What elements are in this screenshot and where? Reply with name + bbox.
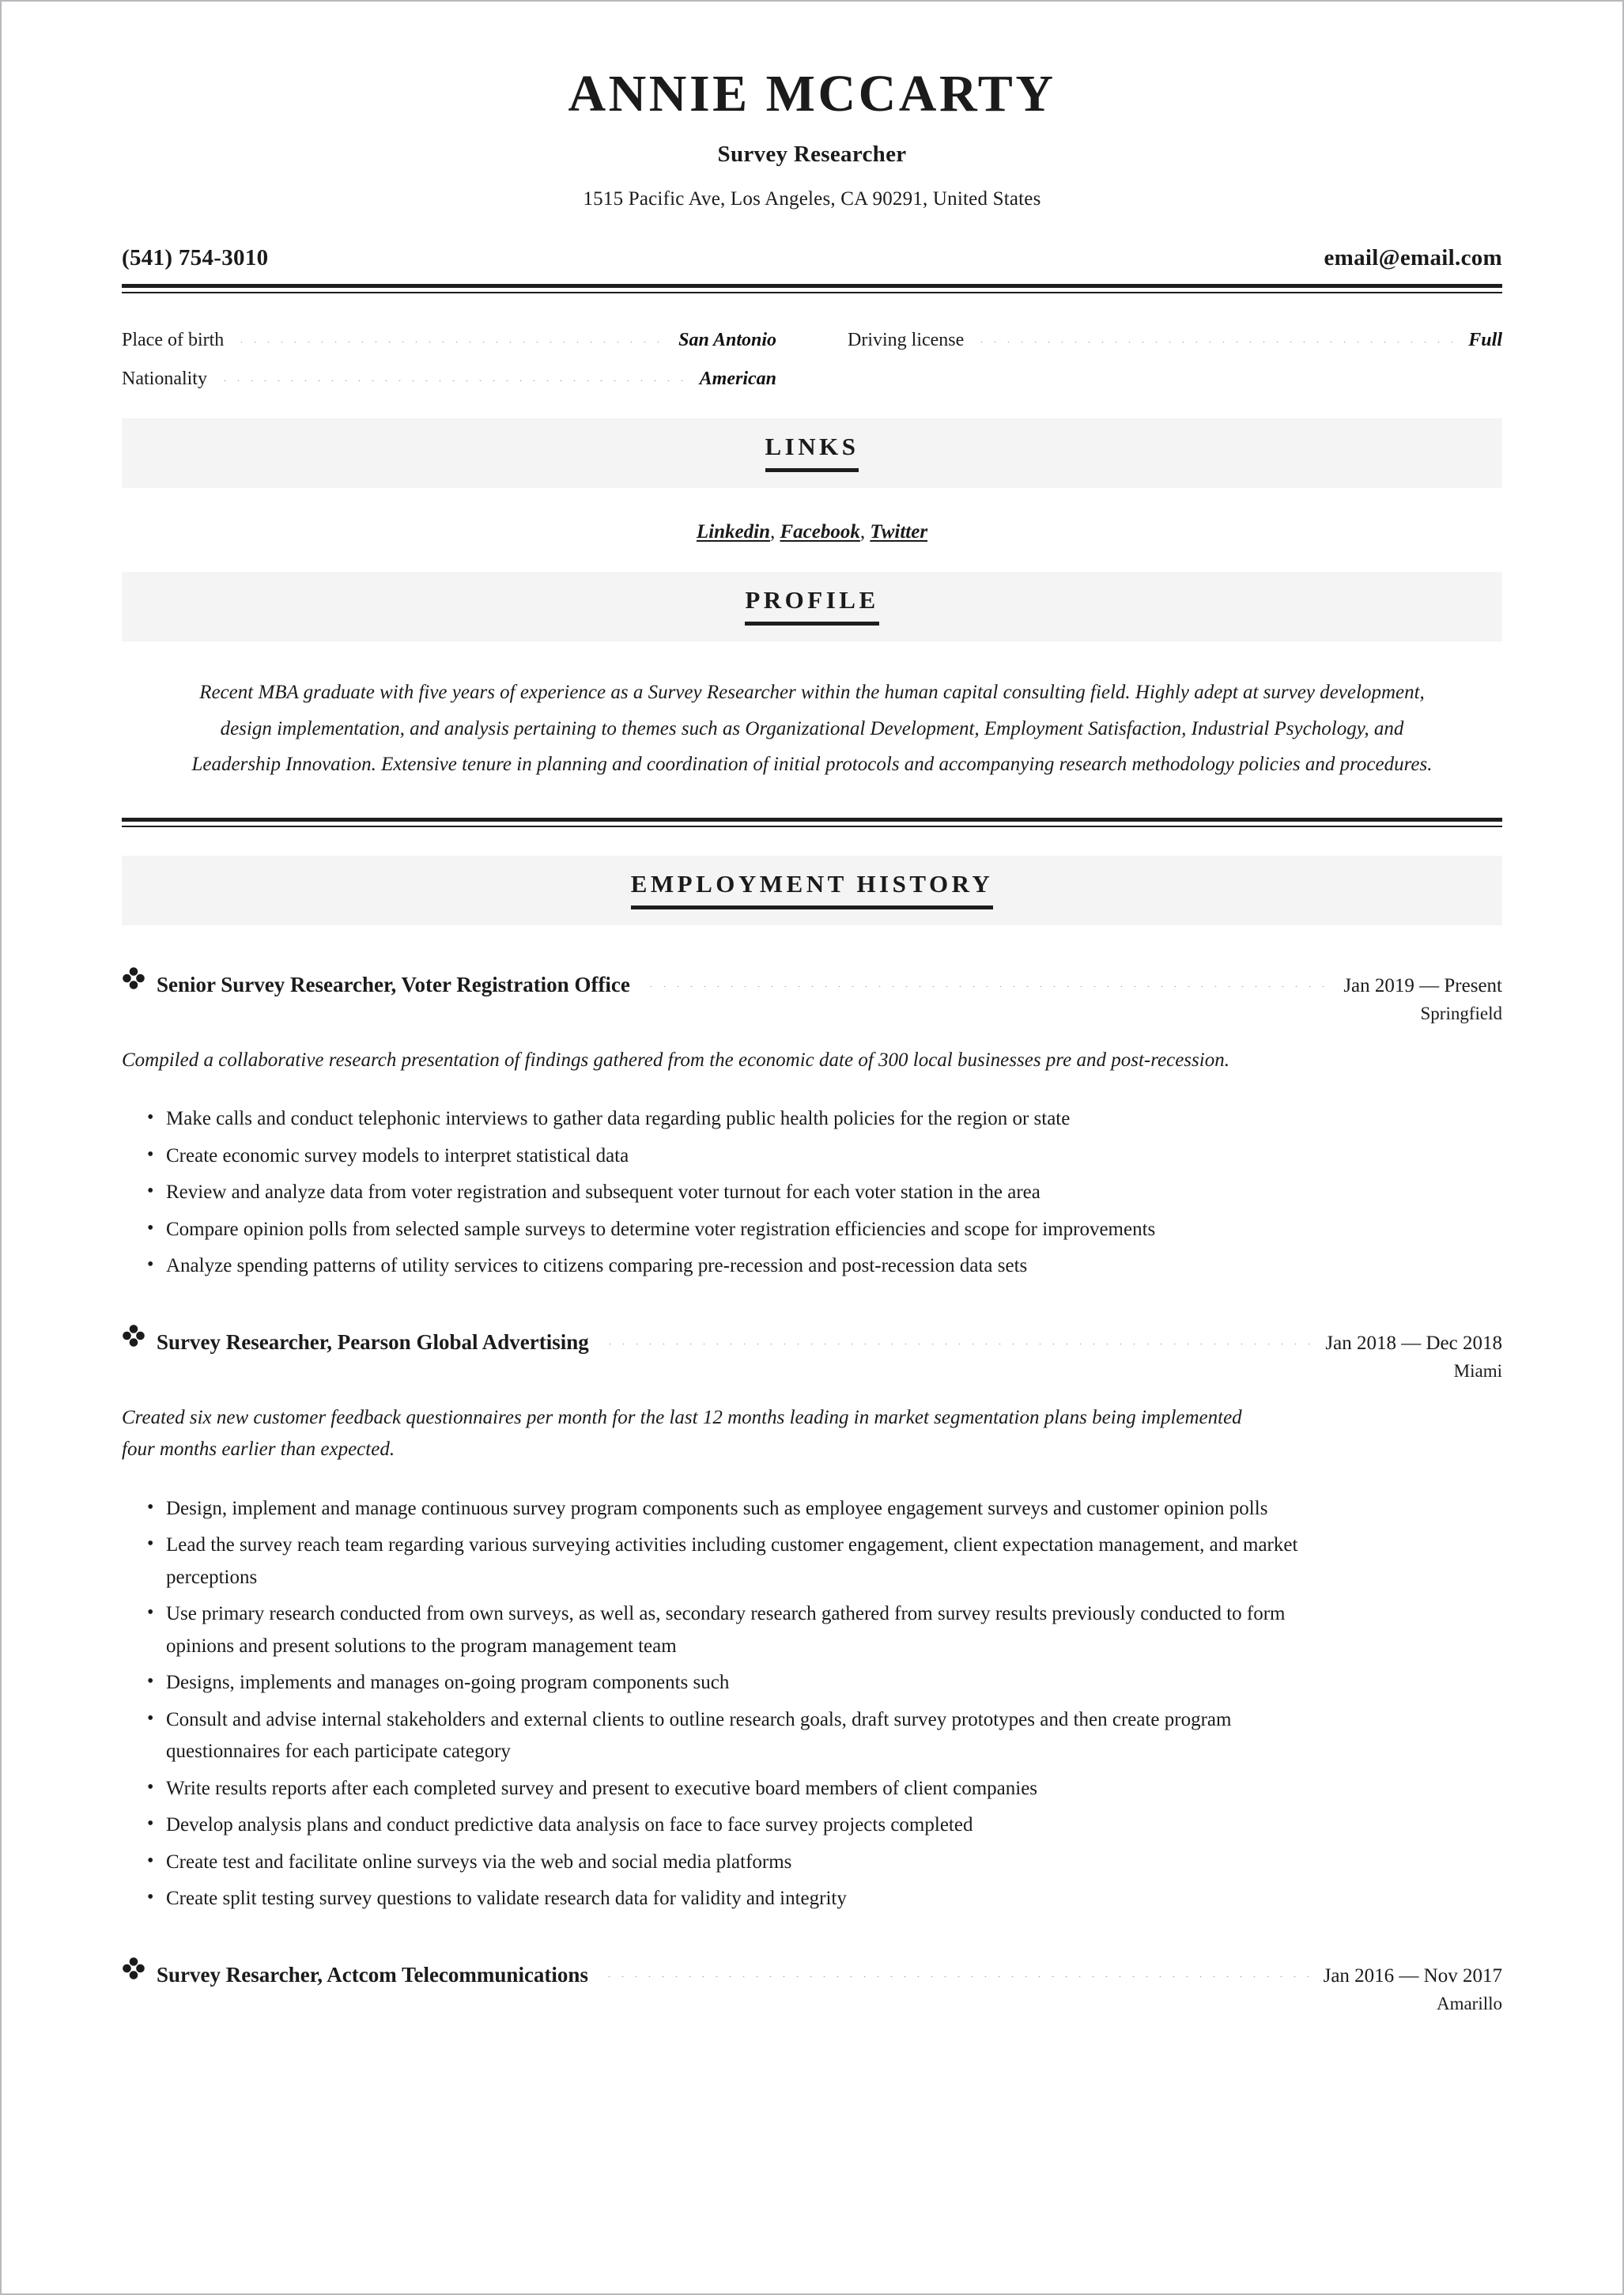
job-bullet-list: Make calls and conduct telephonic interv… [122,1102,1502,1283]
job-title: Survey Resarcher, Actcom Telecommunicati… [157,1962,588,1987]
job-bullet: Make calls and conduct telephonic interv… [122,1102,1336,1136]
job-bullet: Write results reports after each complet… [122,1772,1336,1805]
candidate-name: ANNIE MCCARTY [568,65,1056,123]
job-bullet: Create split testing survey questions to… [122,1882,1336,1915]
job-dates: Jan 2018 — Dec 2018 [1325,1332,1502,1354]
job-bullet-list: Design, implement and manage continuous … [122,1492,1502,1915]
job-bullet: Use primary research conducted from own … [122,1597,1336,1662]
links-list: Linkedin, Facebook, Twitter [122,521,1502,543]
job-bullet: Analyze spending patterns of utility ser… [122,1250,1336,1283]
quatrefoil-icon [122,1957,157,1980]
job-city: Miami [1453,1360,1502,1381]
job-bullet: Consult and advise internal stakeholders… [122,1703,1336,1768]
job-city: Amarillo [1436,1993,1502,2013]
detail-row: Place of birth San Antonio [122,330,776,351]
detail-label: Driving license [848,330,965,351]
candidate-job-title: Survey Researcher [717,142,907,168]
job-summary: Created six new customer feedback questi… [122,1406,1242,1461]
job-summary: Compiled a collaborative research presen… [122,1049,1229,1071]
job-bullet: Design, implement and manage continuous … [122,1492,1336,1526]
detail-row: Driving license Full [848,330,1502,351]
job-entry: Survey Researcher, Pearson Global Advert… [122,1324,1502,1915]
job-dates: Jan 2016 — Nov 2017 [1323,1964,1502,1987]
detail-label: Place of birth [122,330,225,351]
detail-value: American [699,369,776,390]
contact-row: (541) 754-3010 email@email.com [122,245,1502,271]
link-separator: , [770,521,780,543]
employment-list: Senior Survey Researcher, Voter Registra… [122,966,1503,2014]
dotted-leader [217,380,689,382]
job-bullet: Create test and facilitate online survey… [122,1846,1336,1879]
detail-value: San Antonio [678,330,776,351]
email-address[interactable]: email@email.com [1324,245,1502,271]
job-dates: Jan 2019 — Present [1343,974,1502,996]
detail-value: Full [1468,330,1502,351]
personal-details: Place of birth San Antonio Driving licen… [122,330,1502,390]
links-section-title: LINKS [765,433,859,473]
employment-section-band: EMPLOYMENT HISTORY [122,855,1502,925]
job-entry: Survey Resarcher, Actcom Telecommunicati… [122,1957,1502,2014]
resume-page: ANNIE MCCARTY Survey Researcher 1515 Pac… [0,0,1624,2295]
job-header: Survey Researcher, Pearson Global Advert… [122,1324,1502,1355]
job-bullet: Create economic survey models to interpr… [122,1140,1336,1173]
dotted-leader [602,1976,1309,1977]
header-divider [122,284,1502,294]
detail-row: Nationality American [122,369,776,390]
link-linkedin[interactable]: Linkedin [697,521,770,543]
job-bullet: Lead the survey reach team regarding var… [122,1529,1336,1594]
job-header: Senior Survey Researcher, Voter Registra… [122,966,1502,997]
job-city: Springfield [1420,1003,1503,1023]
quatrefoil-icon [122,1324,157,1348]
job-title: Senior Survey Researcher, Voter Registra… [157,972,630,996]
link-facebook[interactable]: Facebook [780,521,860,543]
job-entry: Senior Survey Researcher, Voter Registra… [122,966,1503,1283]
link-separator: , [859,521,871,543]
profile-section-title: PROFILE [745,586,879,626]
links-section-band: LINKS [122,418,1502,489]
job-title: Survey Researcher, Pearson Global Advert… [157,1329,589,1354]
profile-divider [122,817,1502,827]
job-bullet: Review and analyze data from voter regis… [122,1176,1336,1209]
job-bullet: Compare opinion polls from selected samp… [122,1213,1336,1246]
quatrefoil-icon [122,966,157,990]
job-bullet: Develop analysis plans and conduct predi… [122,1809,1336,1842]
employment-section-title: EMPLOYMENT HISTORY [630,870,994,909]
link-twitter[interactable]: Twitter [870,521,927,543]
dotted-leader [644,985,1330,987]
profile-text: Recent MBA graduate with five years of e… [191,682,1433,776]
job-header: Survey Resarcher, Actcom Telecommunicati… [122,1957,1502,1987]
detail-label: Nationality [122,369,207,390]
phone-number[interactable]: (541) 754-3010 [122,245,268,271]
job-bullet: Designs, implements and manages on-going… [122,1666,1336,1700]
profile-section-band: PROFILE [122,572,1502,642]
resume-header: ANNIE MCCARTY Survey Researcher 1515 Pac… [122,66,1502,210]
candidate-address: 1515 Pacific Ave, Los Angeles, CA 90291,… [583,188,1041,210]
